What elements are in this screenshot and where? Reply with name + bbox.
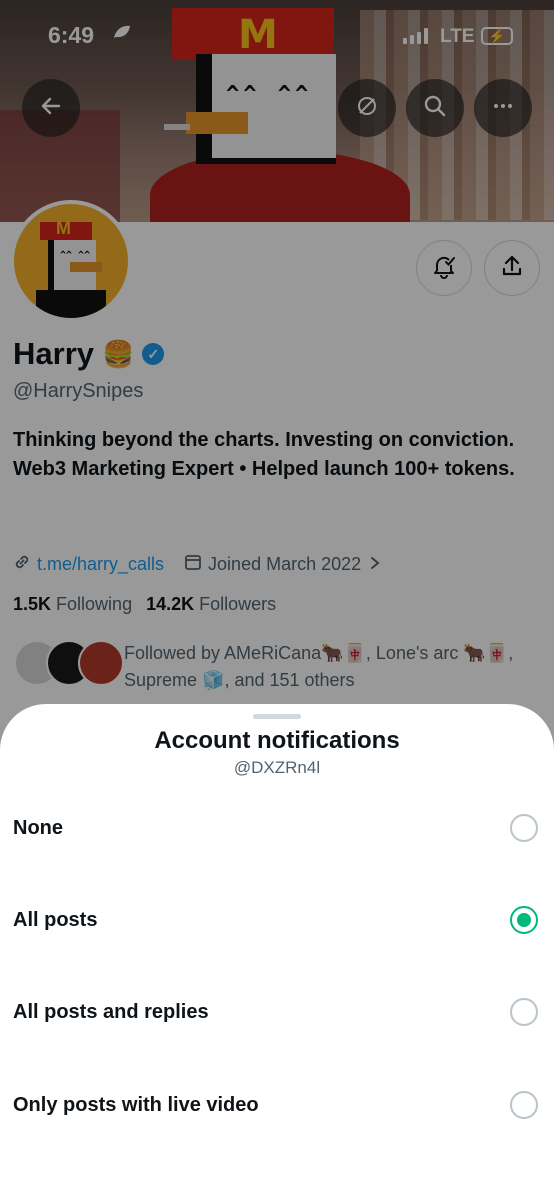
radio-button[interactable] [510,1091,538,1119]
option-label: Only posts with live video [13,1093,259,1116]
radio-button[interactable] [510,998,538,1026]
notifications-sheet: Account notifications @DXZRn4l None All … [0,704,554,1199]
option-label: All posts and replies [13,1000,209,1023]
radio-button-selected[interactable] [510,906,538,934]
sheet-subtitle: @DXZRn4l [233,758,321,777]
option-all-posts-and-replies[interactable]: All posts and replies [0,972,554,1052]
option-none[interactable]: None [0,788,554,868]
option-live-video[interactable]: Only posts with live video [0,1065,554,1145]
sheet-title: Account notifications [154,727,400,754]
radio-button[interactable] [510,814,538,842]
option-all-posts[interactable]: All posts [0,880,554,960]
sheet-grabber[interactable] [253,714,301,719]
option-label: None [13,816,63,839]
option-label: All posts [13,908,98,931]
